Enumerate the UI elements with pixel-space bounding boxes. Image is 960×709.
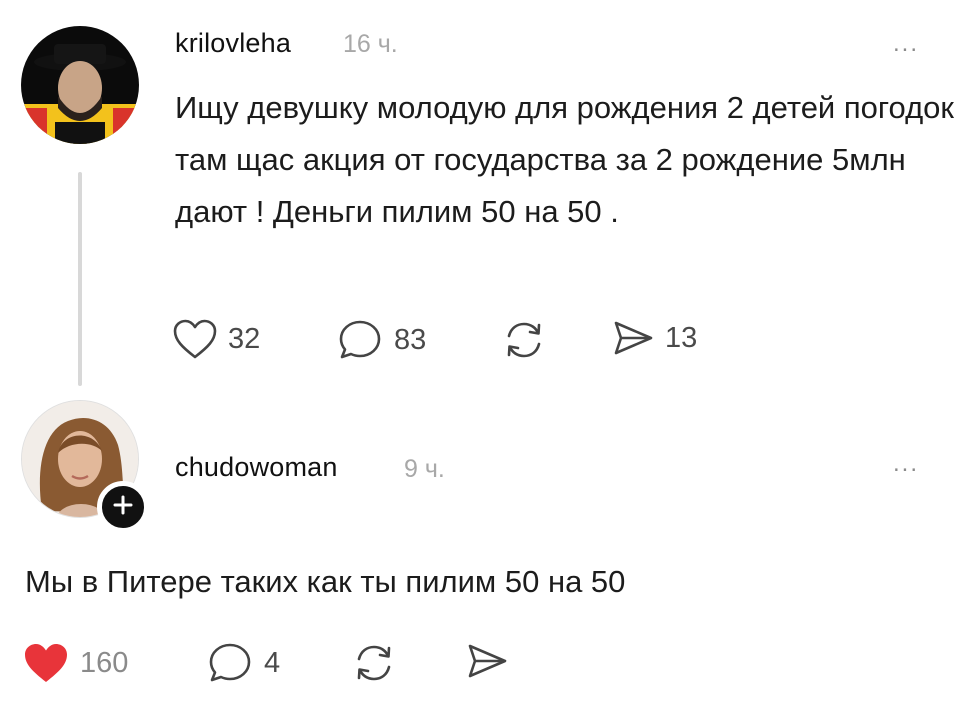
repost-button[interactable] <box>502 318 546 362</box>
thread-connector-line <box>78 172 82 386</box>
reply-text: Мы в Питере таких как ты пилим 50 на 50 <box>25 564 626 599</box>
plus-icon <box>112 494 134 521</box>
repost-icon <box>352 641 396 685</box>
comment-count: 83 <box>394 323 427 356</box>
more-icon[interactable]: ... <box>893 30 919 58</box>
username[interactable]: krilovleha <box>175 28 291 59</box>
comment-icon <box>338 318 384 362</box>
share-button[interactable]: 13 <box>611 318 697 358</box>
comment-count: 4 <box>264 646 281 679</box>
share-button[interactable] <box>465 641 509 681</box>
like-count: 160 <box>80 646 129 679</box>
comment-icon <box>208 641 254 685</box>
heart-outline-icon <box>172 318 218 360</box>
username[interactable]: chudowoman <box>175 452 338 483</box>
comment-button[interactable]: 4 <box>208 641 280 685</box>
heart-filled-icon <box>22 641 70 685</box>
post-text: Ищу девушку молодую для рождения 2 детей… <box>175 90 954 229</box>
reply-time: 9 ч. <box>404 455 445 483</box>
share-icon <box>465 641 509 681</box>
repost-icon <box>502 318 546 362</box>
more-icon[interactable]: ... <box>893 450 919 478</box>
post-time: 16 ч. <box>343 30 398 58</box>
like-button[interactable]: 160 <box>22 641 128 685</box>
like-count: 32 <box>228 322 261 355</box>
share-icon <box>611 318 655 358</box>
repost-button[interactable] <box>352 641 396 685</box>
like-button[interactable]: 32 <box>172 318 260 360</box>
avatar-krilovleha[interactable] <box>21 26 139 144</box>
share-count: 13 <box>665 321 698 354</box>
comment-button[interactable]: 83 <box>338 318 426 362</box>
follow-button[interactable] <box>97 481 149 533</box>
